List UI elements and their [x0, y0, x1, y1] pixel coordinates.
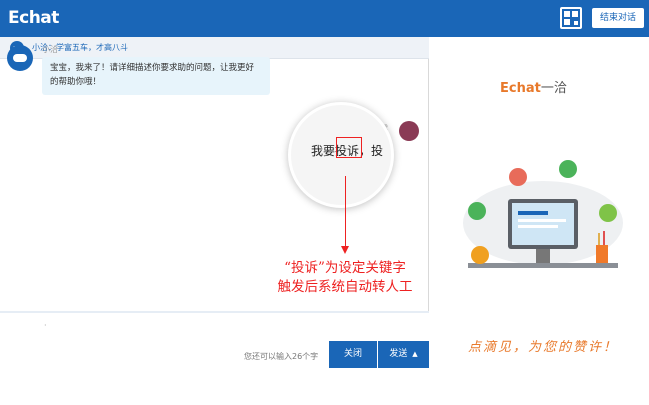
- chat-sub-header: 小洽：学富五车，才高八斗: [0, 37, 429, 59]
- monitor-stand: [536, 249, 550, 263]
- annotation-arrow-head-icon: [341, 246, 349, 254]
- top-bar: Echat 结束对话: [0, 0, 649, 37]
- caret-up-icon[interactable]: ▲: [412, 350, 417, 358]
- magnifier-callout: 我要投诉，投: [288, 102, 394, 208]
- brand-name: Echat: [500, 81, 541, 96]
- brand-sidebar: Echat一洽 点滴见，为您的赞许！: [430, 37, 649, 405]
- agent-name: 小洽: [42, 45, 58, 54]
- agent-message-bubble: 宝宝，我来了！请详细描述你要求助的问题，让我更好的帮助你哦！: [42, 57, 270, 95]
- input-cursor: ·: [44, 321, 47, 330]
- wechat-icon: [468, 202, 486, 220]
- brand-suffix: 一洽: [540, 81, 567, 96]
- annotation-text: “投诉”为设定关键字 触发后系统自动转人工: [262, 259, 428, 297]
- send-button-label: 发送: [389, 349, 408, 359]
- channels-illustration: [463, 160, 623, 268]
- android-icon: [599, 204, 617, 222]
- brand-logo: Echat一洽: [500, 77, 567, 96]
- monitor-screen: [512, 203, 574, 245]
- apple-icon: [509, 168, 527, 186]
- pencil-cup-icon: [596, 245, 608, 263]
- app-logo: Echat: [8, 8, 59, 28]
- char-count-hint: 您还可以输入26个字: [244, 352, 319, 361]
- agent-avatar: [7, 45, 33, 71]
- tv-icon: [559, 160, 577, 178]
- end-chat-button[interactable]: 结束对话: [592, 8, 644, 28]
- desk: [468, 263, 618, 268]
- annotation-arrow-line: [345, 176, 346, 247]
- user-avatar: [399, 121, 419, 141]
- slogan: 点滴见，为您的赞许！: [468, 340, 619, 355]
- annotation-line-1: “投诉”为设定关键字: [284, 260, 406, 276]
- keyword-highlight-box: [336, 137, 362, 158]
- send-button[interactable]: 发送 ▲: [378, 341, 429, 368]
- close-button[interactable]: 关闭: [329, 341, 377, 368]
- qr-code-icon[interactable]: [560, 7, 582, 29]
- annotation-line-2: 触发后系统自动转人工: [277, 279, 413, 295]
- mobile-icon: [471, 246, 489, 264]
